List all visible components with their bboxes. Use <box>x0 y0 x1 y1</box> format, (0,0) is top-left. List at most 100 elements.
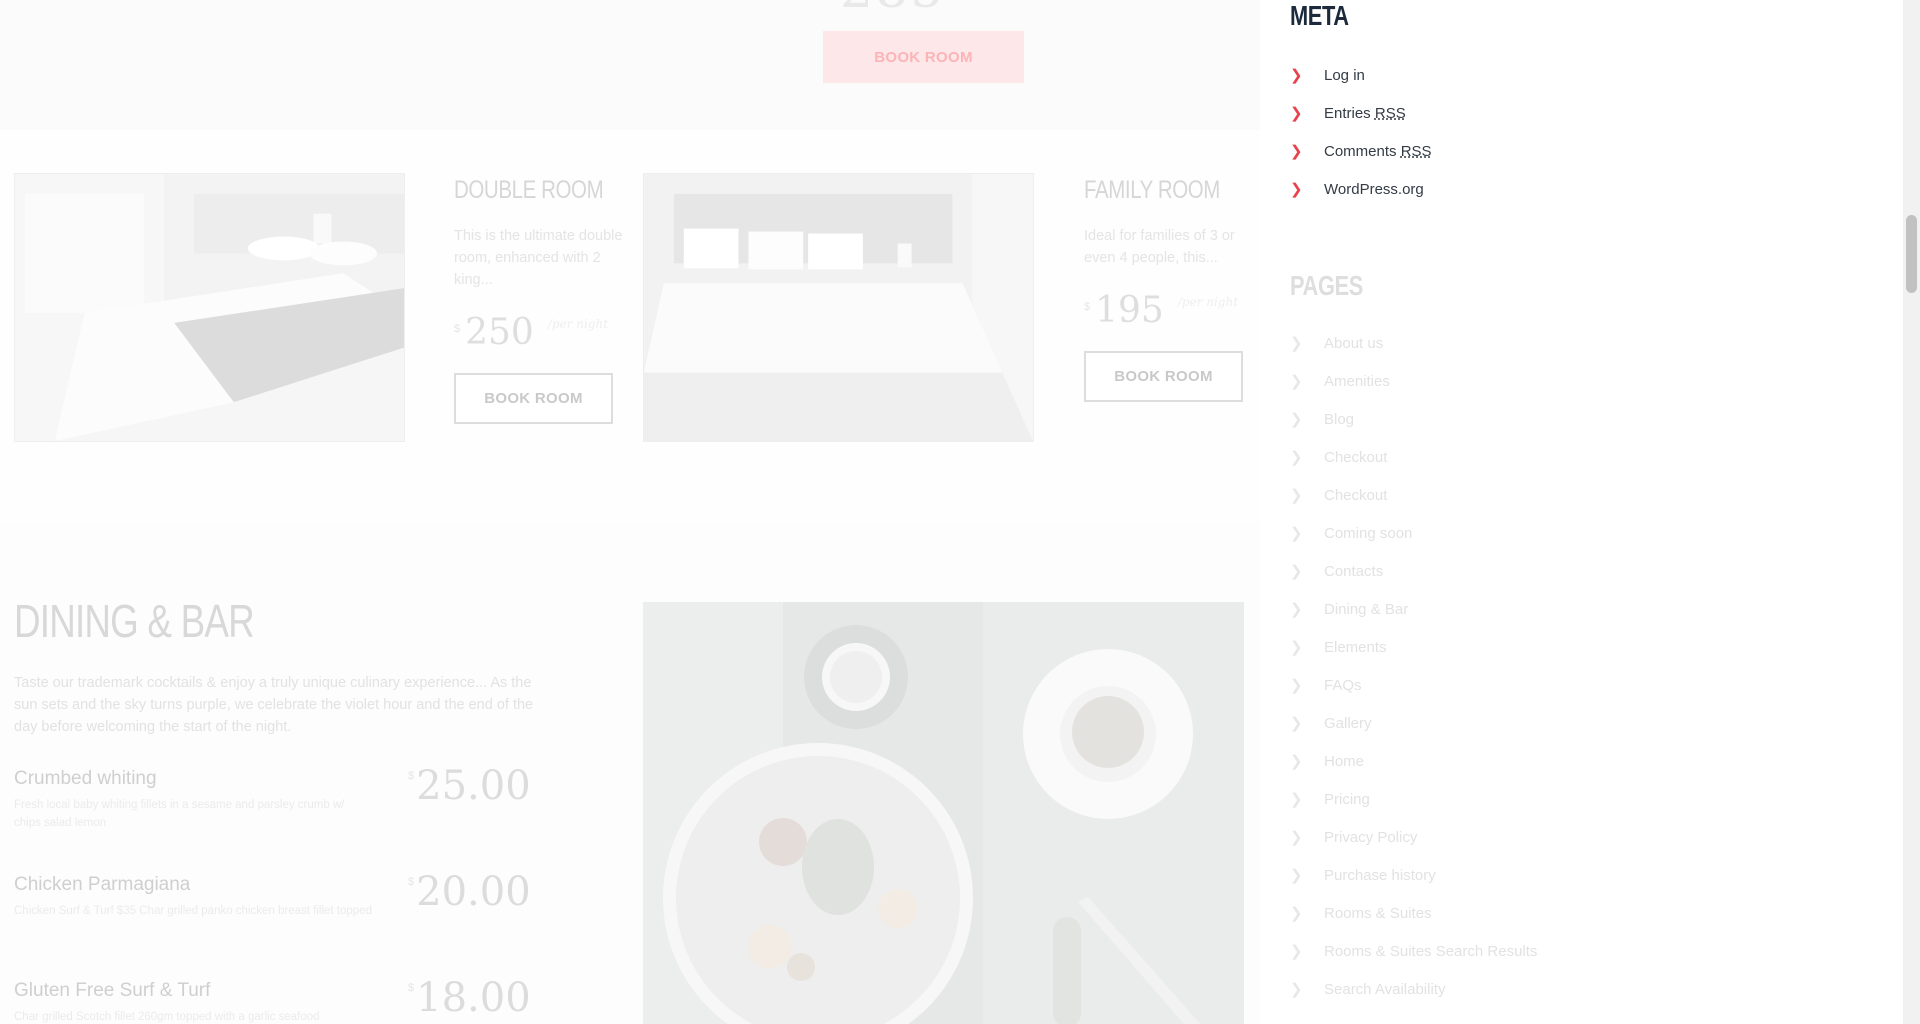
menu-item-description: Fresh local baby whiting fillets in a se… <box>14 799 345 829</box>
pages-list-item[interactable]: ❯ FAQs <box>1290 666 1537 704</box>
book-room-button[interactable]: BOOK ROOM <box>1084 351 1243 402</box>
chevron-right-icon: ❯ <box>1290 791 1303 808</box>
price-amount: 25.00 <box>416 763 531 809</box>
chevron-right-icon: ❯ <box>1290 181 1303 198</box>
chevron-right-icon: ❯ <box>1290 943 1303 960</box>
chevron-right-icon: ❯ <box>1290 753 1303 770</box>
pages-list-item[interactable]: ❯ Coming soon <box>1290 514 1537 552</box>
room-title[interactable]: DOUBLE ROOM <box>454 176 604 205</box>
page-link[interactable]: Privacy Policy <box>1324 829 1417 846</box>
chevron-right-icon: ❯ <box>1290 981 1303 998</box>
pages-list-item[interactable]: ❯ Elements <box>1290 628 1537 666</box>
pages-list-item[interactable]: ❯ Contacts <box>1290 552 1537 590</box>
pages-list-item[interactable]: ❯ Rooms & Suites <box>1290 894 1537 932</box>
page-link[interactable]: Dining & Bar <box>1324 601 1408 618</box>
pages-list-item[interactable]: ❯ Home <box>1290 742 1537 780</box>
page-link[interactable]: Checkout <box>1324 487 1387 504</box>
meta-list: ❯ Log in ❯ Entries RSS ❯ Comments RSS ❯ Word… <box>1290 56 1432 208</box>
room-price: $ 195 /per night <box>1084 293 1254 339</box>
meta-link[interactable]: Log in <box>1324 67 1365 84</box>
scrollbar-thumb[interactable] <box>1906 215 1917 293</box>
price-amount: 18.00 <box>416 975 531 1021</box>
meta-item-wordpress[interactable]: ❯ WordPress.org <box>1290 170 1432 208</box>
page-link[interactable]: Home <box>1324 753 1364 770</box>
currency-symbol: $ <box>408 982 415 994</box>
currency-symbol: $ <box>408 770 415 782</box>
book-room-button[interactable]: BOOK ROOM <box>454 373 613 424</box>
page-link[interactable]: About us <box>1324 335 1383 352</box>
menu-item-description: Char grilled Scotch fillet 260gm topped … <box>14 1011 320 1023</box>
pages-list-item[interactable]: ❯ Blog <box>1290 400 1537 438</box>
chevron-right-icon: ❯ <box>1290 601 1303 618</box>
pages-list: ❯ About us ❯ Amenities ❯ Blog ❯ Checkout ❯ Checko… <box>1290 324 1537 1008</box>
menu-item-price: $ 20.00 <box>408 872 531 912</box>
chevron-right-icon: ❯ <box>1290 867 1303 884</box>
currency-symbol: $ <box>408 876 415 888</box>
page-link[interactable]: Amenities <box>1324 373 1390 390</box>
rooms-top-section: 285 BOOK ROOM <box>0 0 1260 130</box>
chevron-right-icon: ❯ <box>1290 143 1303 160</box>
chevron-right-icon: ❯ <box>1290 335 1303 352</box>
menu-item: Crumbed whiting Fresh local baby whiting… <box>14 766 531 848</box>
menu-item: Gluten Free Surf & Turf Char grilled Sco… <box>14 978 531 1024</box>
meta-link[interactable]: WordPress.org <box>1324 181 1424 198</box>
price-period: /per night <box>547 317 609 331</box>
family-room-card: FAMILY ROOM Ideal for families of 3 or e… <box>1084 176 1254 402</box>
page-link[interactable]: Elements <box>1324 639 1387 656</box>
pages-list-item[interactable]: ❯ Privacy Policy <box>1290 818 1537 856</box>
chevron-right-icon: ❯ <box>1290 639 1303 656</box>
pages-list-item[interactable]: ❯ Checkout <box>1290 476 1537 514</box>
page-link[interactable]: FAQs <box>1324 677 1362 694</box>
pages-list-item[interactable]: ❯ Dining & Bar <box>1290 590 1537 628</box>
meta-link[interactable]: Comments <box>1324 143 1397 160</box>
menu-item: Chicken Parmagiana Chicken Surf & Turf $… <box>14 872 531 954</box>
pages-list-item[interactable]: ❯ Purchase history <box>1290 856 1537 894</box>
meta-link[interactable]: Entries <box>1324 105 1371 122</box>
double-room-card: DOUBLE ROOM This is the ultimate double … <box>454 176 624 424</box>
pages-list-item[interactable]: ❯ Search Availability <box>1290 970 1537 1008</box>
dining-intro: Taste our trademark cocktails & enjoy a … <box>14 675 534 735</box>
pages-list-item[interactable]: ❯ Checkout <box>1290 438 1537 476</box>
page-link[interactable]: Blog <box>1324 411 1354 428</box>
room-description: This is the ultimate double room, enhanc… <box>454 228 623 288</box>
meta-item-entries-rss[interactable]: ❯ Entries RSS <box>1290 94 1432 132</box>
book-room-button-top[interactable]: BOOK ROOM <box>823 31 1024 83</box>
currency-symbol: $ <box>454 323 461 335</box>
page-link[interactable]: Coming soon <box>1324 525 1412 542</box>
meta-widget-title: META <box>1290 0 1349 31</box>
chevron-right-icon: ❯ <box>1290 411 1303 428</box>
pages-list-item[interactable]: ❯ Amenities <box>1290 362 1537 400</box>
pages-list-item[interactable]: ❯ Rooms & Suites Search Results <box>1290 932 1537 970</box>
page-link[interactable]: Purchase history <box>1324 867 1436 884</box>
chevron-right-icon: ❯ <box>1290 525 1303 542</box>
pages-list-item[interactable]: ❯ Pricing <box>1290 780 1537 818</box>
double-room-image[interactable] <box>14 173 405 442</box>
pages-list-item[interactable]: ❯ About us <box>1290 324 1537 362</box>
rss-abbr: RSS <box>1400 142 1432 160</box>
meta-item-login[interactable]: ❯ Log in <box>1290 56 1432 94</box>
room-title[interactable]: FAMILY ROOM <box>1084 176 1223 205</box>
page-link[interactable]: Rooms & Suites <box>1324 905 1432 922</box>
chevron-right-icon: ❯ <box>1290 67 1303 84</box>
family-room-image[interactable] <box>643 173 1034 442</box>
main-content: 285 BOOK ROOM DOUBLE ROOM This is the ul… <box>0 0 1260 1024</box>
page-link[interactable]: Pricing <box>1324 791 1370 808</box>
pages-list-item[interactable]: ❯ Gallery <box>1290 704 1537 742</box>
page-link[interactable]: Checkout <box>1324 449 1387 466</box>
menu-item-price: $ 25.00 <box>408 766 531 806</box>
chevron-right-icon: ❯ <box>1290 373 1303 390</box>
rss-abbr: RSS <box>1374 104 1406 122</box>
price-amount: 195 <box>1095 290 1164 331</box>
room-price: $ 250 /per night <box>454 315 624 361</box>
chevron-right-icon: ❯ <box>1290 563 1303 580</box>
page-link[interactable]: Gallery <box>1324 715 1372 732</box>
menu-item-price: $ 18.00 <box>408 978 531 1018</box>
page-scrollbar[interactable] <box>1903 0 1920 1024</box>
page-link[interactable]: Search Availability <box>1324 981 1445 998</box>
room-price-partial: 285 <box>840 0 945 20</box>
page-link[interactable]: Contacts <box>1324 563 1383 580</box>
meta-item-comments-rss[interactable]: ❯ Comments RSS <box>1290 132 1432 170</box>
price-period: /per night <box>1177 295 1239 309</box>
page-link[interactable]: Rooms & Suites Search Results <box>1324 943 1537 960</box>
chevron-right-icon: ❯ <box>1290 715 1303 732</box>
